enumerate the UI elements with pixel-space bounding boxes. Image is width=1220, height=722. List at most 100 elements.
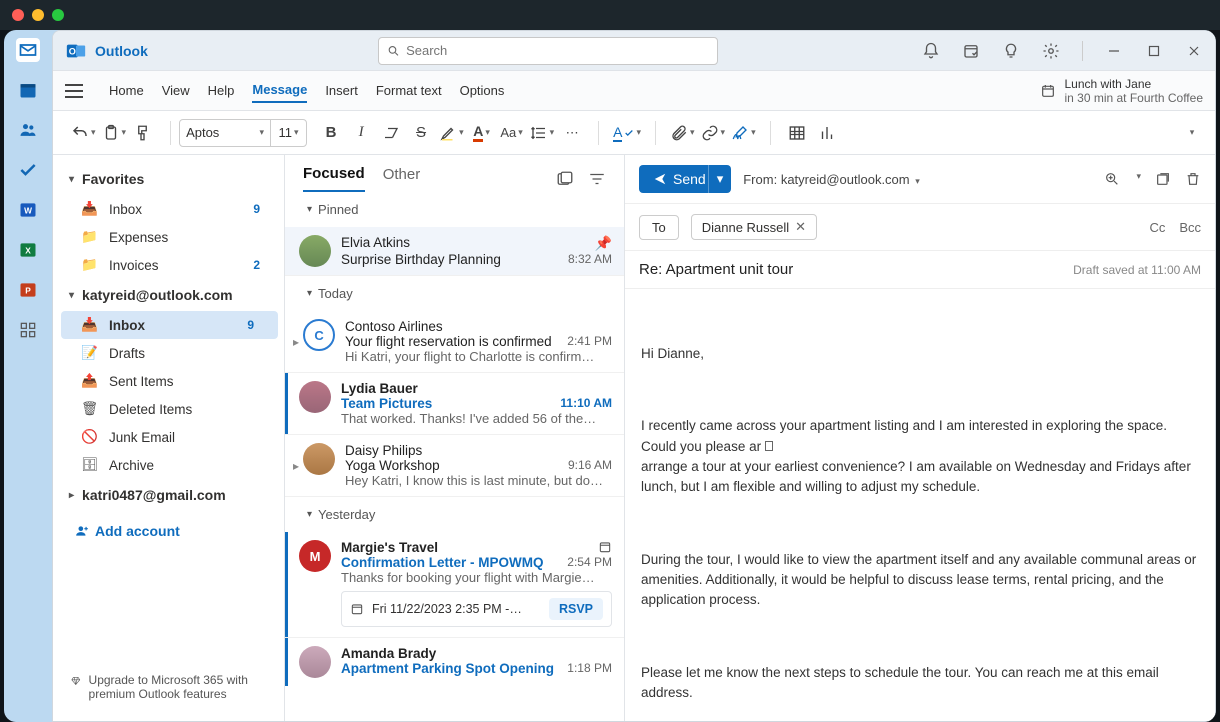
folder-deleted[interactable]: 🗑 Deleted Items — [55, 395, 284, 423]
more-format-button[interactable]: ⋯ — [560, 119, 584, 147]
format-painter-button[interactable] — [132, 119, 156, 147]
font-selector[interactable]: Aptos▾ 11▾ — [179, 119, 307, 147]
font-color-button[interactable]: A▾ — [470, 119, 494, 147]
fav-expenses[interactable]: 📁 Expenses — [55, 223, 284, 251]
bcc-button[interactable]: Bcc — [1179, 220, 1201, 235]
from-label[interactable]: From: katyreid@outlook.com ▾ — [743, 172, 920, 187]
archive-icon: 🗄 — [81, 457, 99, 473]
thread-expand-icon[interactable]: ▸ — [293, 459, 299, 473]
mail-rail-icon[interactable] — [16, 38, 40, 62]
section-today[interactable]: ▾ Today — [285, 276, 624, 311]
folder-drafts[interactable]: 📝 Drafts — [55, 339, 284, 367]
cc-button[interactable]: Cc — [1149, 220, 1165, 235]
poll-button[interactable] — [815, 119, 839, 147]
pin-icon[interactable]: 📌 — [595, 235, 612, 252]
calendar-rail-icon[interactable] — [16, 78, 40, 102]
undo-button[interactable]: ▾ — [71, 119, 96, 147]
mail-item-pinned[interactable]: Elvia Atkins 📌 Surprise Birthday Plannin… — [285, 227, 624, 276]
bold-button[interactable]: B — [319, 119, 343, 147]
tab-format-text[interactable]: Format text — [376, 79, 442, 102]
add-account-button[interactable]: Add account — [55, 511, 284, 551]
tab-message[interactable]: Message — [252, 78, 307, 103]
notification-bell-icon[interactable] — [922, 42, 940, 60]
ribbon-tabs: Home View Help Message Insert Format tex… — [53, 71, 1215, 111]
close-window-dot[interactable] — [12, 9, 24, 21]
tab-insert[interactable]: Insert — [325, 79, 358, 102]
tab-other[interactable]: Other — [383, 166, 421, 191]
settings-gear-icon[interactable] — [1042, 42, 1060, 60]
fav-invoices[interactable]: 📁 Invoices 2 — [55, 251, 284, 279]
hamburger-icon[interactable] — [65, 84, 83, 98]
window-minimize-icon[interactable] — [1105, 42, 1123, 60]
folder-archive[interactable]: 🗄 Archive — [55, 451, 284, 479]
section-pinned[interactable]: ▾ Pinned — [285, 192, 624, 227]
thread-expand-icon[interactable]: ▸ — [293, 335, 299, 349]
minimize-window-dot[interactable] — [32, 9, 44, 21]
zoom-icon[interactable] — [1104, 171, 1120, 187]
todo-rail-icon[interactable] — [16, 158, 40, 182]
mail-item[interactable]: ▸ C Contoso Airlines Your flight reserva… — [285, 311, 624, 373]
more-apps-rail-icon[interactable] — [16, 318, 40, 342]
compose-body[interactable]: Hi Dianne, I recently came across your a… — [625, 289, 1215, 721]
attach-button[interactable]: ▾ — [670, 119, 695, 147]
my-day-icon[interactable] — [962, 42, 980, 60]
window-close-icon[interactable] — [1185, 42, 1203, 60]
people-rail-icon[interactable] — [16, 118, 40, 142]
tab-options[interactable]: Options — [460, 79, 505, 102]
search-input[interactable] — [406, 43, 709, 58]
clear-format-button[interactable] — [379, 119, 403, 147]
tips-icon[interactable] — [1002, 42, 1020, 60]
rsvp-button[interactable]: RSVP — [549, 598, 603, 620]
folder-sent[interactable]: 📤 Sent Items — [55, 367, 284, 395]
editor-button[interactable]: A▾ — [613, 119, 641, 147]
highlight-button[interactable]: ▾ — [439, 119, 464, 147]
calendar-reminder[interactable]: Lunch with Jane in 30 min at Fourth Coff… — [1040, 77, 1203, 105]
subject-row: Re: Apartment unit tour Draft saved at 1… — [625, 251, 1215, 289]
rsvp-card: Fri 11/22/2023 2:35 PM -… RSVP — [341, 591, 612, 627]
recipient-chip[interactable]: Dianne Russell ✕ — [691, 214, 817, 240]
line-spacing-button[interactable]: ▾ — [530, 119, 555, 147]
upgrade-notice[interactable]: Upgrade to Microsoft 365 with premium Ou… — [55, 661, 284, 713]
account2-header[interactable]: ▸ katri0487@gmail.com — [55, 479, 284, 511]
link-button[interactable]: ▾ — [701, 119, 726, 147]
favorites-header[interactable]: ▾ Favorites — [55, 163, 284, 195]
mail-item[interactable]: Amanda Brady Apartment Parking Spot Open… — [285, 638, 624, 686]
remove-recipient-icon[interactable]: ✕ — [795, 219, 806, 235]
word-rail-icon[interactable]: W — [16, 198, 40, 222]
folder-inbox[interactable]: 📥 Inbox 9 — [61, 311, 278, 339]
to-button[interactable]: To — [639, 215, 679, 240]
zoom-dropdown[interactable]: ▾ — [1136, 171, 1141, 187]
strikethrough-button[interactable]: S — [409, 119, 433, 147]
subject-text[interactable]: Re: Apartment unit tour — [639, 261, 793, 278]
ribbon-expand-button[interactable]: ▾ — [1179, 119, 1203, 147]
powerpoint-rail-icon[interactable]: P — [16, 278, 40, 302]
mail-preview: Thanks for booking your flight with Marg… — [341, 570, 612, 585]
signature-button[interactable]: ▾ — [731, 119, 756, 147]
tab-help[interactable]: Help — [208, 79, 235, 102]
paste-button[interactable]: ▾ — [102, 119, 127, 147]
search-box[interactable] — [378, 37, 718, 65]
filter-icon[interactable] — [588, 170, 606, 188]
table-button[interactable] — [785, 119, 809, 147]
popout-icon[interactable] — [1155, 171, 1171, 187]
discard-icon[interactable] — [1185, 171, 1201, 187]
fav-inbox[interactable]: 📥 Inbox 9 — [55, 195, 284, 223]
select-mode-icon[interactable] — [556, 170, 574, 188]
account1-header[interactable]: ▾ katyreid@outlook.com — [55, 279, 284, 311]
window-maximize-icon[interactable] — [1145, 42, 1163, 60]
excel-rail-icon[interactable]: X — [16, 238, 40, 262]
mail-item[interactable]: ▸ Daisy Philips Yoga Workshop 9:16 AM He… — [285, 435, 624, 497]
italic-button[interactable]: I — [349, 119, 373, 147]
maximize-window-dot[interactable] — [52, 9, 64, 21]
folder-junk[interactable]: 🚫 Junk Email — [55, 423, 284, 451]
section-yesterday[interactable]: ▾ Yesterday — [285, 497, 624, 532]
brand-name: Outlook — [95, 43, 148, 59]
change-case-button[interactable]: Aa▾ — [500, 119, 524, 147]
mail-item[interactable]: M Margie's Travel Confirmation Letter - … — [285, 532, 624, 638]
tab-home[interactable]: Home — [109, 79, 144, 102]
mail-item[interactable]: Lydia Bauer Team Pictures 11:10 AM That … — [285, 373, 624, 435]
send-dropdown-button[interactable]: ▾ — [708, 165, 732, 193]
tab-view[interactable]: View — [162, 79, 190, 102]
body-p3: Please let me know the next steps to sch… — [641, 663, 1199, 704]
tab-focused[interactable]: Focused — [303, 165, 365, 192]
